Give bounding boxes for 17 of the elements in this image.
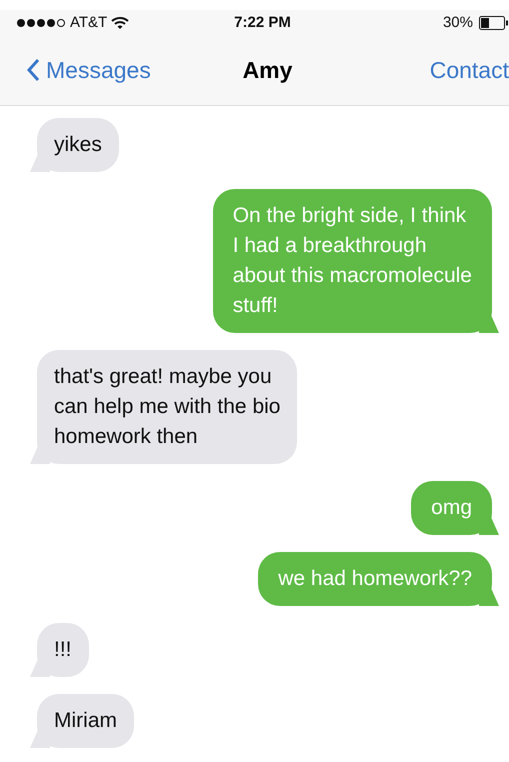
clock-time: 7:22 PM bbox=[234, 14, 291, 31]
message-bubble: Miriam bbox=[30, 694, 134, 748]
contact-button[interactable]: Contact bbox=[338, 56, 509, 84]
message-bubble: that's great! maybe you can help me with the bio homework then bbox=[30, 350, 298, 464]
carrier-name: AT&T bbox=[70, 14, 108, 31]
battery-percent: 30% bbox=[442, 14, 473, 31]
contact-name: Amy bbox=[242, 56, 292, 84]
chevron-icon bbox=[26, 58, 40, 82]
signal-icon bbox=[16, 18, 66, 28]
message-bubble: omg bbox=[411, 481, 499, 535]
message-bubble: !!! bbox=[30, 623, 89, 677]
message-bubble: yikes bbox=[30, 118, 119, 172]
back-button[interactable]: Messages bbox=[26, 56, 196, 84]
message-bubble: we had homework?? bbox=[258, 552, 499, 606]
battery-icon bbox=[478, 16, 509, 30]
message-bubble: On the bright side, I think I had a breakthrough about this macromolecule stuff! bbox=[212, 189, 499, 333]
wifi-icon bbox=[111, 16, 130, 30]
